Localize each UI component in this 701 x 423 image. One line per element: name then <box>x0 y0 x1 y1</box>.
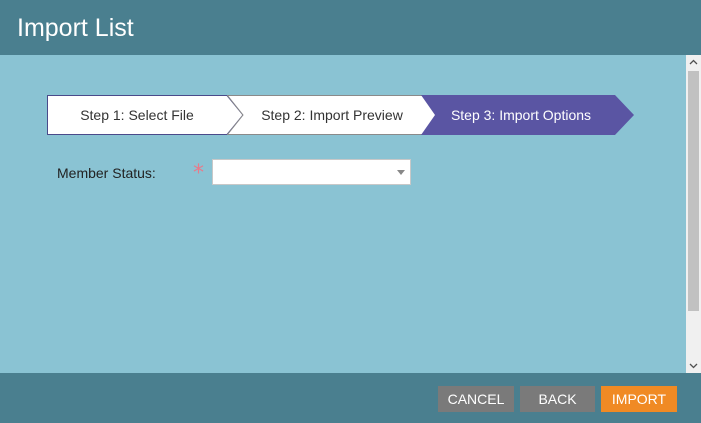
dialog-body: Step 1: Select File Step 2: Import Previ… <box>0 55 701 373</box>
wizard-step-label: Step 1: Select File <box>80 107 194 123</box>
member-status-select[interactable] <box>212 159 411 185</box>
import-list-dialog: Import List Step 1: Select File Step 2: … <box>0 0 701 423</box>
arrow-up-icon[interactable] <box>686 55 701 70</box>
member-status-row: Member Status: * <box>57 159 457 187</box>
cancel-button[interactable]: CANCEL <box>438 386 514 412</box>
back-button[interactable]: BACK <box>520 386 595 412</box>
dialog-header: Import List <box>0 0 701 55</box>
wizard-step-import-preview[interactable]: Step 2: Import Preview <box>227 95 437 135</box>
import-button[interactable]: IMPORT <box>601 386 677 412</box>
dialog-footer: CANCEL BACK IMPORT <box>0 373 701 423</box>
chevron-down-icon[interactable] <box>397 170 405 175</box>
scrollbar-thumb[interactable] <box>688 71 699 311</box>
wizard-step-import-options[interactable]: Step 3: Import Options <box>421 95 635 135</box>
wizard-step-label: Step 3: Import Options <box>450 107 592 123</box>
wizard-steps: Step 1: Select File Step 2: Import Previ… <box>47 95 637 135</box>
wizard-step-label: Step 2: Import Preview <box>261 107 403 123</box>
arrow-down-icon[interactable] <box>686 358 701 373</box>
required-asterisk-icon: * <box>193 161 204 186</box>
wizard-step-select-file[interactable]: Step 1: Select File <box>47 95 244 135</box>
vertical-scrollbar[interactable] <box>686 55 701 373</box>
member-status-label: Member Status: <box>57 165 156 181</box>
dialog-title: Import List <box>17 14 134 42</box>
